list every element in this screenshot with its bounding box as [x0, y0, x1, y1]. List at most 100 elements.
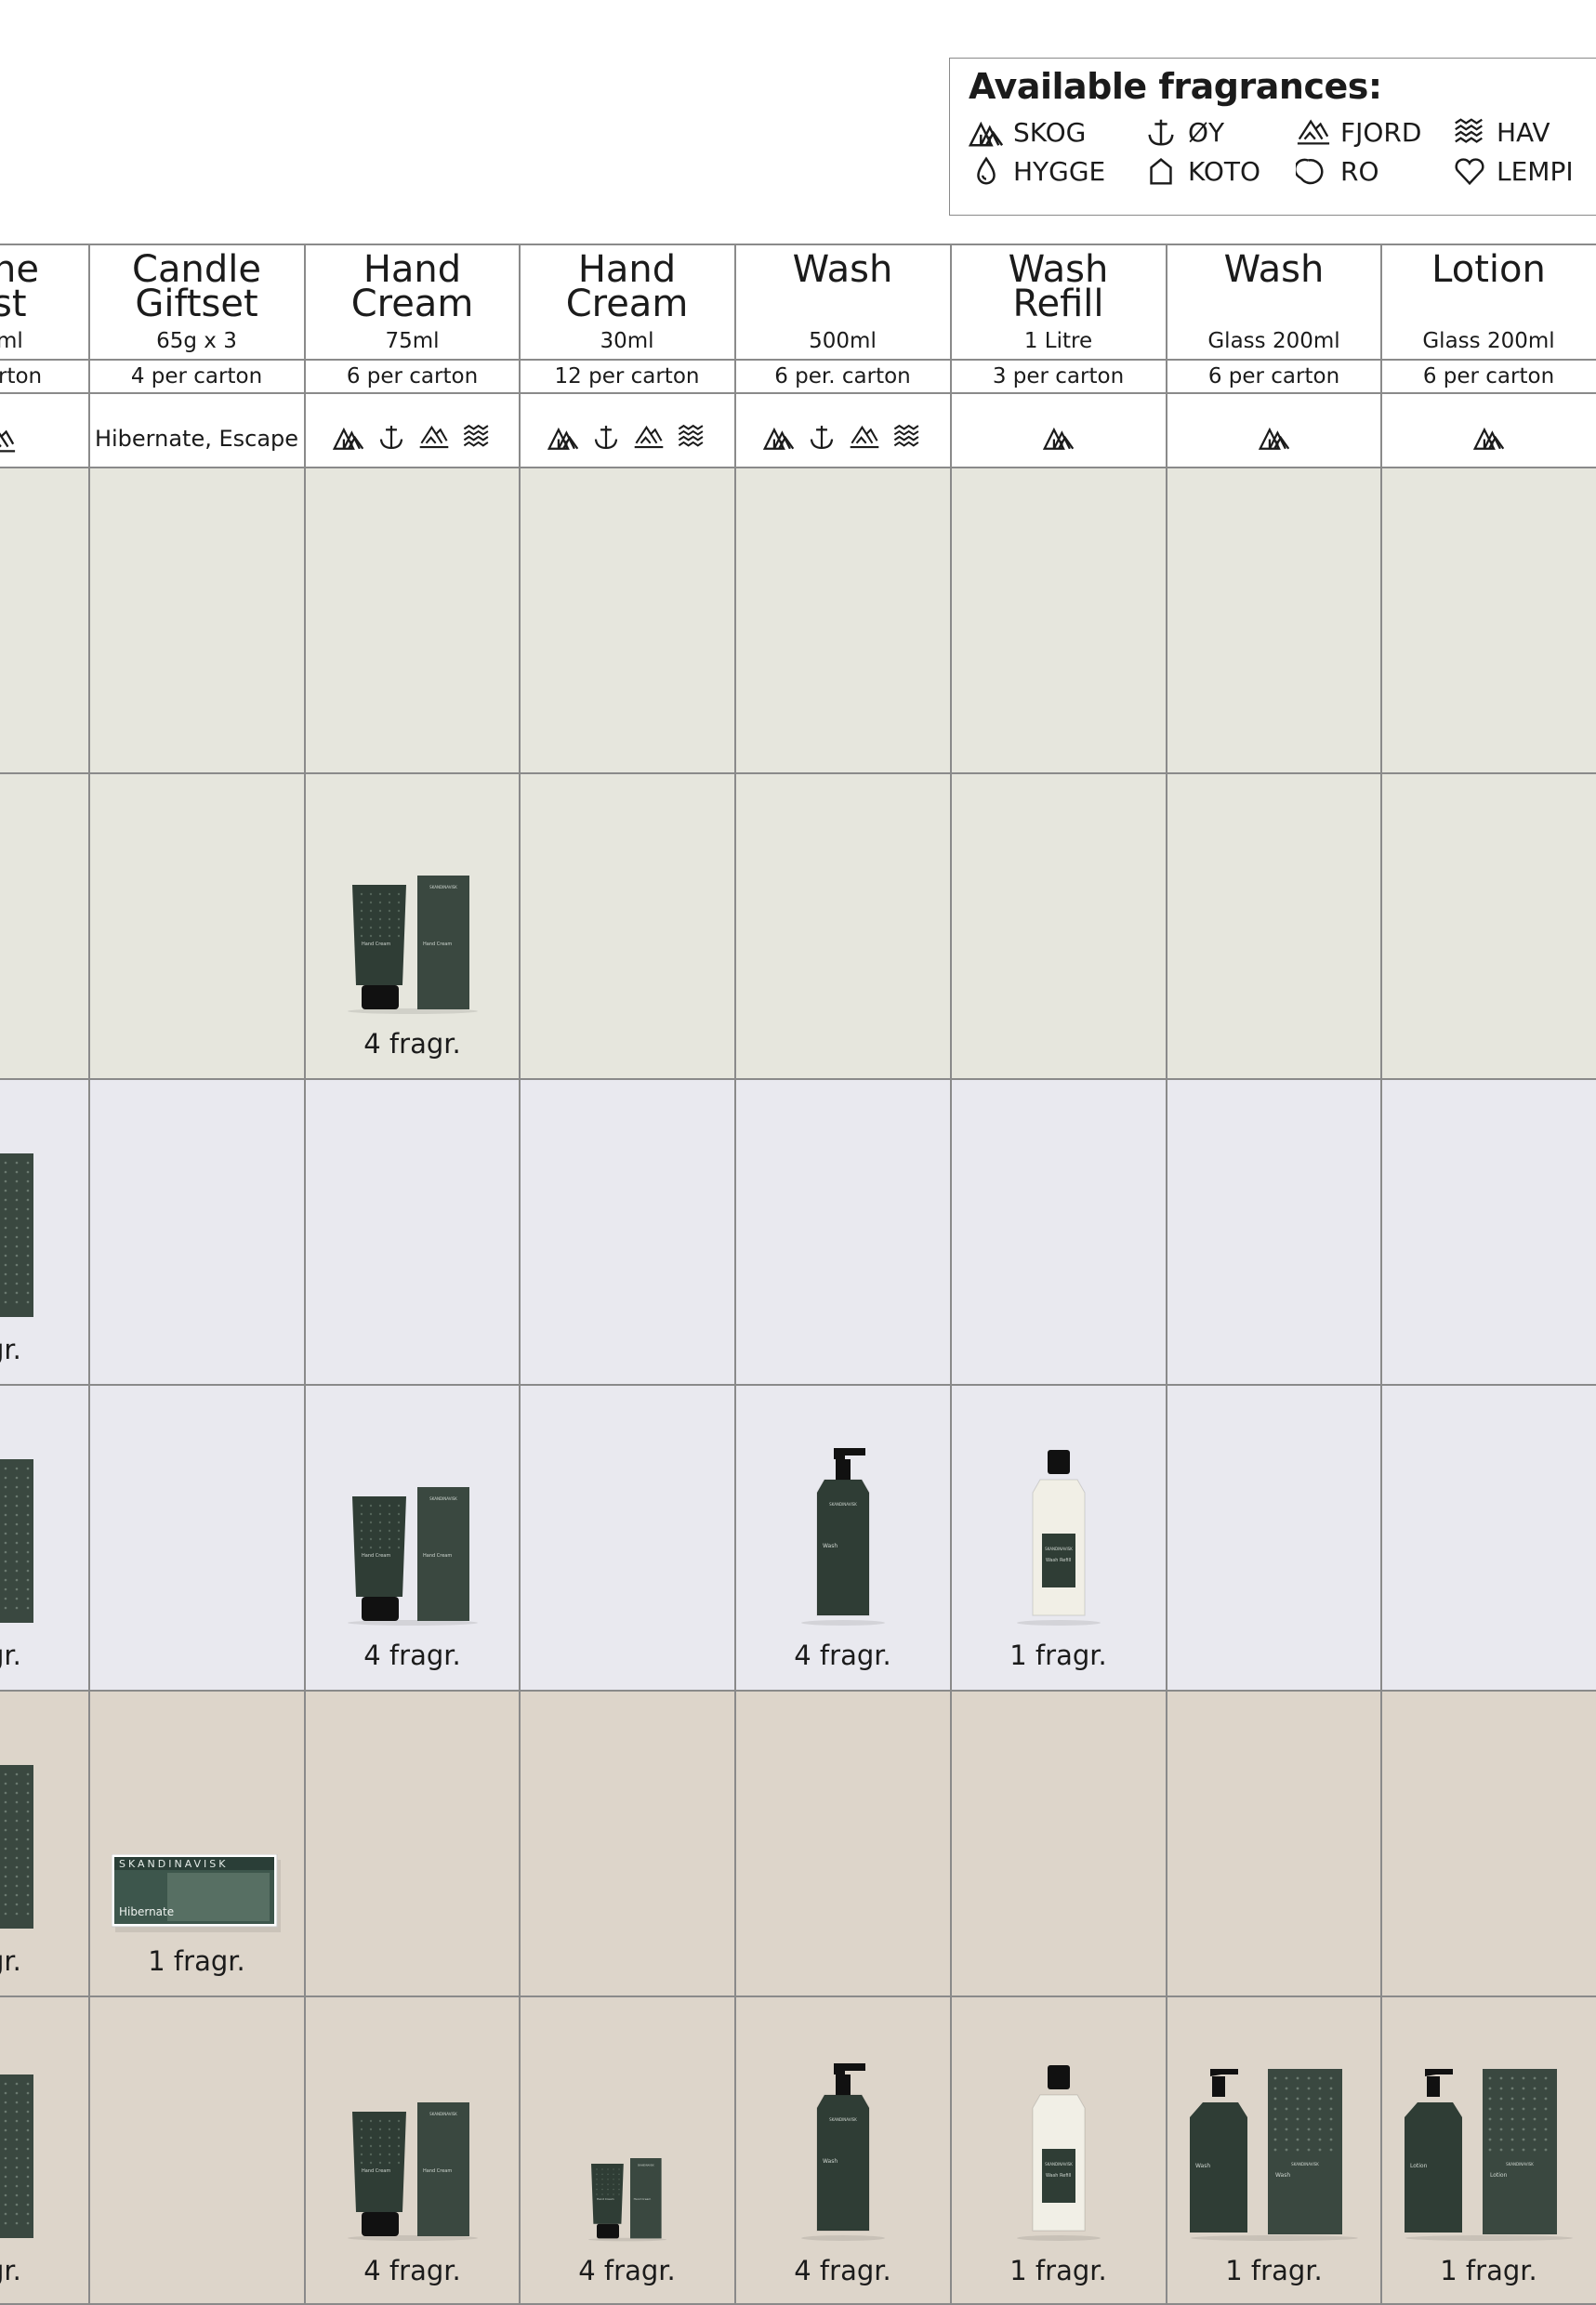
product-image: [0, 1153, 35, 1324]
product-image: Hand Cream SKANDINAVISK Hand Cream: [586, 2158, 669, 2246]
product-image: Hand Cream SKANDINAVISK Hand Cream: [343, 1487, 482, 1630]
product-image: Hand Cream SKANDINAVISK Hand Cream: [343, 2102, 482, 2246]
fragrance-count: gr.: [0, 1945, 21, 1977]
product-image: SKANDINAVISK Wash: [787, 1441, 899, 1630]
glass-wash-product: Wash SKANDINAVISK Wash: [1190, 2069, 1358, 2241]
svg-text:SKANDINAVISK: SKANDINAVISK: [829, 2117, 857, 2122]
svg-text:SKANDINAVISK: SKANDINAVISK: [119, 1858, 229, 1870]
partial-column-product: [0, 1459, 33, 1623]
legend-label: RO: [1340, 155, 1379, 187]
trees-icon: [762, 422, 795, 455]
column-pack: 12 per carton: [554, 364, 700, 389]
product-image: Wash SKANDINAVISK Wash: [1186, 2065, 1363, 2246]
row-divider: [0, 1384, 1596, 1386]
svg-text:Hand Cream: Hand Cream: [362, 2168, 390, 2174]
fragrance-count: 1 fragr.: [1009, 2255, 1107, 2286]
hand-cream-product: Hand Cream SKANDINAVISK Hand Cream: [348, 1487, 478, 1626]
grid-cell: [951, 772, 1166, 1078]
row-divider: [0, 1995, 1596, 1997]
svg-text:SKANDINAVISK: SKANDINAVISK: [638, 2164, 654, 2167]
svg-text:Hand Cream: Hand Cream: [423, 2168, 452, 2174]
column-title: Wash: [1167, 251, 1381, 288]
mountain-icon: [418, 422, 450, 455]
anchor-icon: [590, 422, 622, 455]
svg-text:Lotion: Lotion: [1490, 2172, 1508, 2179]
grid-cell: [305, 467, 520, 772]
fragrance-count: 4 fragr.: [794, 2255, 891, 2286]
fragrance-count: 1 fragr.: [1440, 2255, 1537, 2286]
legend-item-skog: SKOG: [969, 116, 1086, 148]
column-title: Lotion: [1381, 251, 1596, 288]
column-size: 30ml: [600, 329, 654, 353]
svg-text:Hand Cream: Hand Cream: [597, 2197, 614, 2201]
row-divider: [0, 392, 1596, 394]
anchor-icon: [806, 422, 838, 455]
column-fragrances: [1381, 420, 1596, 457]
waves-icon: [1452, 116, 1487, 148]
hand-cream-product: Hand Cream SKANDINAVISK Hand Cream: [588, 2158, 666, 2242]
grid-cell: [735, 467, 950, 772]
legend-item-ro: RO: [1296, 155, 1379, 187]
column-title-line: Cream: [565, 283, 689, 325]
column-title-line: Cream: [350, 283, 474, 325]
legend-item-koto: KOTO: [1143, 155, 1260, 187]
product-image: [0, 1765, 35, 1936]
trees-icon: [547, 422, 579, 455]
grid-cell: Hand Cream SKANDINAVISK Hand Cream 4 fra…: [305, 1995, 520, 2305]
column-title: Wash: [735, 248, 950, 291]
svg-text:Wash: Wash: [1195, 2163, 1210, 2169]
grid-cell: [89, 772, 304, 1078]
grid-cell: [1167, 1384, 1381, 1690]
grid-cell: Wash SKANDINAVISK Wash 1 fragr.: [1167, 1995, 1381, 2305]
candle-giftset-product: SKANDINAVISK Hibernate: [111, 1853, 281, 1932]
partial-column-cell: gr.: [0, 1078, 37, 1384]
column-title: Hand Cream: [305, 251, 520, 325]
mountain-icon: [1296, 116, 1331, 148]
partial-column-cell: gr.: [0, 1690, 37, 1995]
grid-cell: SKANDINAVISK Wash Refill 1 fragr.: [951, 1995, 1166, 2305]
house-icon: [1143, 155, 1179, 187]
svg-text:Hand Cream: Hand Cream: [634, 2197, 652, 2201]
partial-column-cell: gr.: [0, 1995, 37, 2305]
fragrance-count: 1 fragr.: [1225, 2255, 1323, 2286]
svg-text:Hand Cream: Hand Cream: [362, 942, 390, 947]
grid-cell: [520, 772, 734, 1078]
column-title-line: Wash: [792, 248, 893, 291]
legend-item-hav: HAV: [1452, 116, 1550, 148]
row-divider: [0, 1078, 1596, 1080]
svg-text:Lotion: Lotion: [1410, 2163, 1428, 2169]
column-pack: 4 per carton: [130, 364, 263, 389]
partial-column-pack: rton: [0, 364, 43, 389]
column-title-line: Refill: [1012, 283, 1104, 325]
grid-cell: [951, 1078, 1166, 1384]
row-divider: [0, 244, 1596, 245]
grid-cell: SKANDINAVISK Wash 4 fragr.: [735, 1995, 950, 2305]
grid-cell: [89, 1995, 304, 2305]
fragrance-legend: Available fragrances: SKOG ØY FJORD HAV …: [949, 58, 1596, 216]
partial-column-cell: [0, 467, 37, 772]
fragrance-count: 4 fragr.: [363, 1028, 461, 1060]
grid-cell: [89, 467, 304, 772]
column-fragrances: [305, 420, 520, 457]
grid-cell: SKANDINAVISK Hibernate 1 fragr.: [89, 1690, 304, 1995]
product-image: Hand Cream SKANDINAVISK Hand Cream: [343, 876, 482, 1019]
grid-cell: [735, 1078, 950, 1384]
fragrance-text: Hibernate, Escape: [94, 426, 299, 452]
legend-label: SKOG: [1013, 116, 1087, 148]
column-size: 500ml: [809, 329, 877, 353]
svg-text:SKANDINAVISK: SKANDINAVISK: [1506, 2162, 1534, 2167]
fragrance-count: gr.: [0, 1640, 21, 1671]
row-divider: [0, 1690, 1596, 1692]
partial-column-cell: gr.: [0, 1384, 37, 1690]
product-image: SKANDINAVISK Wash Refill: [1003, 1441, 1115, 1630]
waves-icon: [891, 422, 923, 455]
grid-cell: Hand Cream SKANDINAVISK Hand Cream 4 fra…: [305, 1384, 520, 1690]
column-title-line: Giftset: [135, 283, 258, 325]
grid-cell: [1167, 467, 1381, 772]
column-title: Wash Refill: [951, 251, 1166, 325]
fragrance-count: 1 fragr.: [148, 1945, 245, 1977]
grid-cell: [951, 1690, 1166, 1995]
moon-icon: [1296, 155, 1331, 187]
wash-product: SKANDINAVISK Wash: [801, 2063, 885, 2241]
grid-cell: SKANDINAVISK Wash Refill 1 fragr.: [951, 1384, 1166, 1690]
